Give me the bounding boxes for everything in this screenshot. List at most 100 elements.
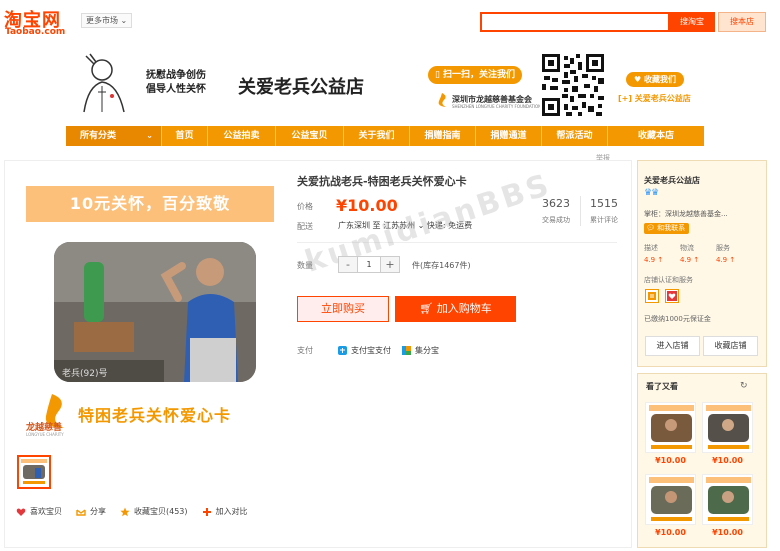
collect-item-button[interactable]: 收藏宝贝(453) [120,506,188,517]
nav-items[interactable]: 公益宝贝 [276,126,344,146]
shipping-label: 配送 [297,222,313,231]
nav-group-events[interactable]: 帮派活动 [542,126,608,146]
scan-follow-badge: ▯ 扫一扫，关注我们 [428,66,522,84]
recommend-item[interactable]: ¥10.00 [645,402,696,465]
more-markets-dropdown[interactable]: 更多市场 ⌄ [81,13,133,28]
recommend-price: ¥10.00 [712,528,743,537]
dsr-label-logistics: 物流 [680,244,694,252]
cert-label: 店铺认证和服务 [644,276,693,284]
recommend-item[interactable]: ¥10.00 [702,402,753,465]
add-to-cart-label: 加入购物车 [436,302,492,315]
recommend-thumb [703,475,752,524]
search-taobao-button[interactable]: 搜淘宝 [669,12,715,32]
heart-icon: ♥ [634,75,642,84]
foundation-logo-icon [438,93,446,107]
taobao-logo-en[interactable]: Taobao.com [5,27,65,37]
collect-shop-button[interactable]: 收藏店铺 [703,336,758,356]
review-label[interactable]: 累计评论 [580,215,628,225]
more-markets-label: 更多市场 [86,16,118,25]
shop-nav: 所有分类 ⌄ 首页 公益拍卖 公益宝贝 关于我们 捐赠指南 捐赠通道 帮派活动 收… [66,126,704,146]
alipay-icon [338,346,347,355]
thumbnail-1[interactable] [17,455,51,489]
certificate-image [648,292,656,300]
quantity-decrease-button[interactable]: - [339,257,357,272]
top-bar: 淘宝网 Taobao.com 更多市场 ⌄ 搜淘宝 搜本店 [0,0,780,40]
foundation-name-en: SHENZHEN LONGYUE CHARITY FOUNDATION [452,104,542,109]
card-title: 特困老兵关怀爱心卡 [78,406,232,425]
shop-banner: 抚慰战争创伤 倡导人性关怀 关爱老兵公益店 ▯ 扫一扫，关注我们 深圳市龙越慈善… [66,44,706,124]
nav-home[interactable]: 首页 [162,126,208,146]
recommend-thumb [646,403,695,452]
banner-slogan: 抚慰战争创伤 倡导人性关怀 [146,69,206,97]
search-input[interactable] [480,12,670,32]
quantity-input[interactable]: 1 [357,257,381,272]
phone-icon: ▯ [434,70,440,80]
quantity-increase-button[interactable]: + [381,257,399,272]
shop-owner: 掌柜：深圳龙越慈善基金... [644,210,728,218]
heart-icon [16,508,26,516]
refresh-icon[interactable]: ↻ [740,381,748,391]
item-actions: 喜欢宝贝 分享 收藏宝贝(453) 加入对比 [16,506,248,517]
slogan-line-2: 倡导人性关怀 [146,84,206,95]
add-compare-button[interactable]: 加入对比 [202,506,248,517]
veteran-sketch-icon [83,53,125,113]
nav-favorite-shop[interactable]: 收藏本店 [608,126,704,146]
main-image[interactable]: 10元关怀，百分致敬 老兵(92)号 龙越慈善 LONGYUE CHARITY … [12,176,284,446]
nav-all-categories-label: 所有分类 [80,131,117,141]
recommend-item-image [645,402,696,453]
chevron-down-icon: ⌄ [146,131,153,140]
recommend-title: 看了又看 [646,382,678,391]
chevron-down-icon: ⌄ [120,16,128,25]
product-title: 关爱抗战老兵-特困老兵关怀爱心卡 [297,175,467,188]
add-to-cart-button[interactable]: 🛒︎ 加入购物车 [395,296,516,322]
favorite-badge[interactable]: ♥ 收藏我们 [626,72,684,87]
price-value: ¥10.00 [336,196,398,215]
like-item-button[interactable]: 喜欢宝贝 [16,506,62,517]
nav-all-categories[interactable]: 所有分类 ⌄ [66,126,162,146]
favorite-badge-label: 收藏我们 [643,75,676,84]
dsr-value-desc: 4.9 ↑ [644,256,664,264]
sales-label: 交易成功 [542,216,570,224]
cart-icon: 🛒︎ [419,302,434,315]
scan-follow-label: 扫一扫，关注我们 [443,70,516,80]
share-button[interactable]: 分享 [76,506,106,517]
certificate-icon[interactable] [645,289,659,303]
dsr-value-service: 4.9 ↑ [716,256,736,264]
deposit-text: 已缴纳1000元保证金 [644,315,711,323]
like-item-label: 喜欢宝贝 [30,507,62,516]
recommend-item[interactable]: ¥10.00 [702,474,753,537]
review-count[interactable]: 1515 [580,197,628,210]
buy-now-button[interactable]: 立即购买 [297,296,389,322]
thumbnail-image [19,457,49,487]
recommend-item-image [702,402,753,453]
veteran-photo: 老兵(92)号 [54,242,256,382]
crown-rating-icon: ♛♛ [644,188,659,198]
jifenbao-option[interactable]: 集分宝 [402,345,439,356]
enter-shop-button[interactable]: 进入店铺 [645,336,700,356]
recommend-price: ¥10.00 [655,456,686,465]
quantity-label: 数量 [297,261,313,270]
nav-donation-guide[interactable]: 捐赠指南 [410,126,476,146]
qr-code-icon [540,52,606,118]
dsr-label-desc: 描述 [644,244,658,252]
veteran-photo-image: 老兵(92)号 [54,242,256,382]
nav-auction[interactable]: 公益拍卖 [208,126,276,146]
shop-name[interactable]: 关爱老兵公益店 [644,175,700,186]
alipay-option[interactable]: 支付宝支付 [338,345,391,356]
heart-badge-image [667,291,677,301]
stock-text: 件(库存1467件) [412,261,471,270]
recommend-item[interactable]: ¥10.00 [645,474,696,537]
photo-caption: 老兵(92)号 [62,367,107,379]
favorite-shop-link[interactable]: [+] 关爱老兵公益店 [618,93,691,104]
nav-about[interactable]: 关于我们 [344,126,410,146]
charity-heart-icon[interactable] [665,289,679,303]
jifenbao-label: 集分宝 [415,346,439,355]
recommend-thumb [703,403,752,452]
recommend-price: ¥10.00 [655,528,686,537]
quantity-stepper: - 1 + [338,256,400,273]
nav-donation-channel[interactable]: 捐赠通道 [476,126,542,146]
contact-seller-button[interactable]: 💬︎ 和我联系 [644,223,690,234]
price-label: 价格 [297,202,313,211]
star-icon [120,507,130,516]
search-store-button[interactable]: 搜本店 [718,12,766,32]
